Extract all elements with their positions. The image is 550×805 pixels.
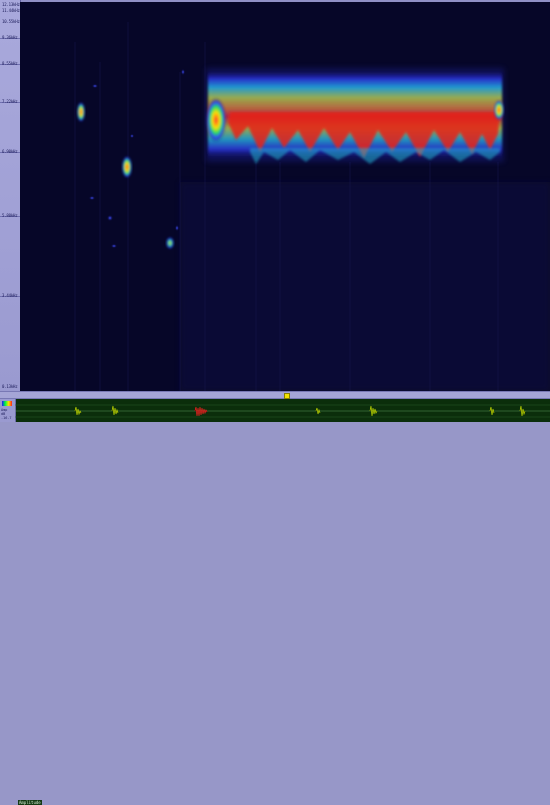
spectrogram-view[interactable] [20, 2, 550, 391]
ruler-tick-label: 7.22kHz [2, 99, 18, 104]
ruler-tick-label: 3.44kHz [2, 293, 18, 298]
waveform-label: Amplitude [18, 800, 42, 805]
waveform-trace [15, 404, 550, 418]
ruler-tick-label: 12.13kHz [2, 2, 20, 7]
waveform-panel[interactable]: Amp dB -16.7 Amplitude [0, 399, 550, 805]
horizontal-scrollbar[interactable] [0, 391, 550, 399]
spectrogram-image [20, 2, 550, 391]
waveform-side-ruler: Amp dB -16.7 [0, 399, 16, 422]
ruler-tick-label: 9.36kHz [2, 35, 18, 40]
ruler-tick-label: 11.44kHz [2, 8, 20, 13]
ruler-tick-label: 8.55kHz [2, 61, 18, 66]
ruler-tick-label: 0.13kHz [2, 384, 18, 389]
ruler-tick-label: 10.55kHz [2, 19, 20, 24]
waveform-side-label: -16.7 [1, 416, 12, 420]
ruler-tick-label: 5.80kHz [2, 213, 18, 218]
color-scale-swatch [2, 401, 12, 406]
ruler-tick-label: 6.90kHz [2, 149, 18, 154]
frequency-ruler: 12.13kHz 11.44kHz 10.55kHz 9.36kHz 8.55k… [0, 0, 21, 391]
